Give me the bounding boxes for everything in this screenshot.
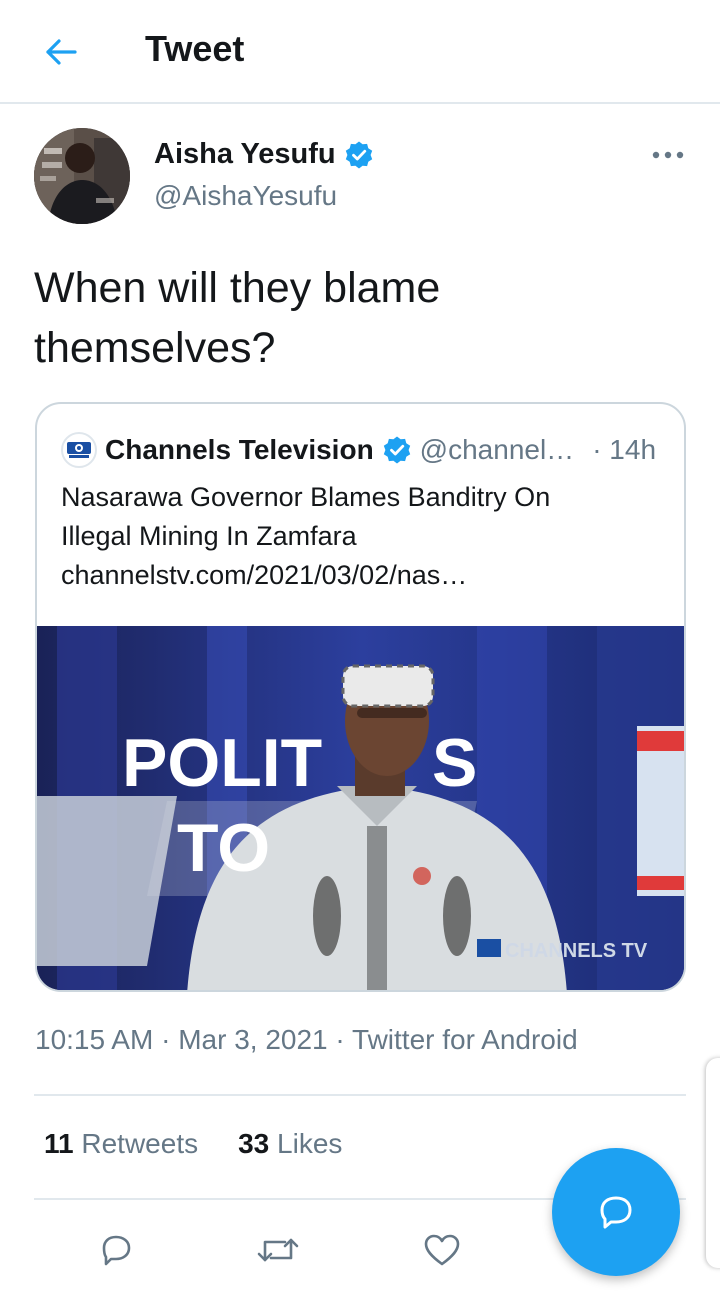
more-options-button[interactable] [648,140,688,170]
overlay-text-1: POLIT [122,725,322,801]
quoted-author-name: Channels Television [105,434,374,465]
retweet-button[interactable] [254,1226,302,1274]
reply-button[interactable] [92,1226,140,1274]
like-button[interactable] [418,1226,466,1274]
reply-icon [102,1235,131,1266]
top-bar: Tweet [0,0,720,104]
quoted-time-text: 14h [609,434,657,465]
tweet-text: When will they blame themselves? [34,264,441,372]
quoted-link[interactable]: channelstv.com/2021/03/02/nas… [61,556,661,595]
tweet-source[interactable]: Twitter for Android [352,1024,578,1055]
author-name-text: Aisha Yesufu [154,138,336,170]
compose-reply-fab[interactable] [552,1148,680,1276]
edge-panel-handle[interactable] [706,1058,720,1268]
reply-bubble-icon [600,1196,632,1229]
heart-icon [424,1234,460,1266]
likes-count: 33 [238,1128,270,1159]
divider [34,1094,686,1096]
tweet-time: 10:15 AM [35,1024,154,1055]
channels-logo-icon [61,432,97,468]
channels-watermark: CHANNELS TV [505,940,648,962]
quoted-text-line-2: Illegal Mining In Zamfara [61,521,357,551]
overlay-text-3: TO [177,810,270,886]
author-handle[interactable]: @AishaYesufu [154,180,337,212]
verified-badge-icon [383,436,410,464]
tweet-stats: 11 Retweets 33 Likes [44,1128,342,1160]
quoted-author-handle: @channel… [419,434,575,465]
arrow-left-icon [46,39,77,65]
meta-separator: · [335,1024,345,1055]
likes-stat[interactable]: 33 Likes [238,1128,342,1160]
avatar-photo-icon [34,128,130,224]
quoted-text-line-1: Nasarawa Governor Blames Banditry On [61,482,551,512]
back-button[interactable] [36,30,86,74]
separator-dot: · [592,434,602,465]
tweet-date: Mar 3, 2021 [178,1024,328,1055]
retweets-stat[interactable]: 11 Retweets [44,1128,198,1160]
more-dots-icon [652,151,684,159]
quoted-tweet-header: Channels Television @channel… · 14h [61,430,671,470]
meta-separator: · [161,1024,171,1055]
tweet-meta: 10:15 AM · Mar 3, 2021 · Twitter for And… [35,1024,578,1056]
retweets-count: 11 [44,1128,74,1159]
news-photo-icon: POLIT S TO CHANNELS TV [37,626,684,990]
likes-label: Likes [277,1128,343,1159]
quoted-tweet-text: Nasarawa Governor Blames Banditry On Ill… [61,478,661,595]
quoted-timestamp: · 14h [592,434,656,466]
quoted-tweet-card[interactable]: Channels Television @channel… · 14h Nasa… [35,402,686,992]
tweet-author: Aisha Yesufu @AishaYesufu [0,104,720,244]
author-name[interactable]: Aisha Yesufu [154,138,374,171]
page-title: Tweet [145,28,245,69]
retweet-icon [257,1238,299,1262]
avatar[interactable] [34,128,130,224]
verified-badge-icon [345,141,372,168]
quoted-media-image[interactable]: POLIT S TO CHANNELS TV [37,626,684,990]
retweets-label: Retweets [81,1128,199,1159]
overlay-text-2: S [432,725,477,801]
